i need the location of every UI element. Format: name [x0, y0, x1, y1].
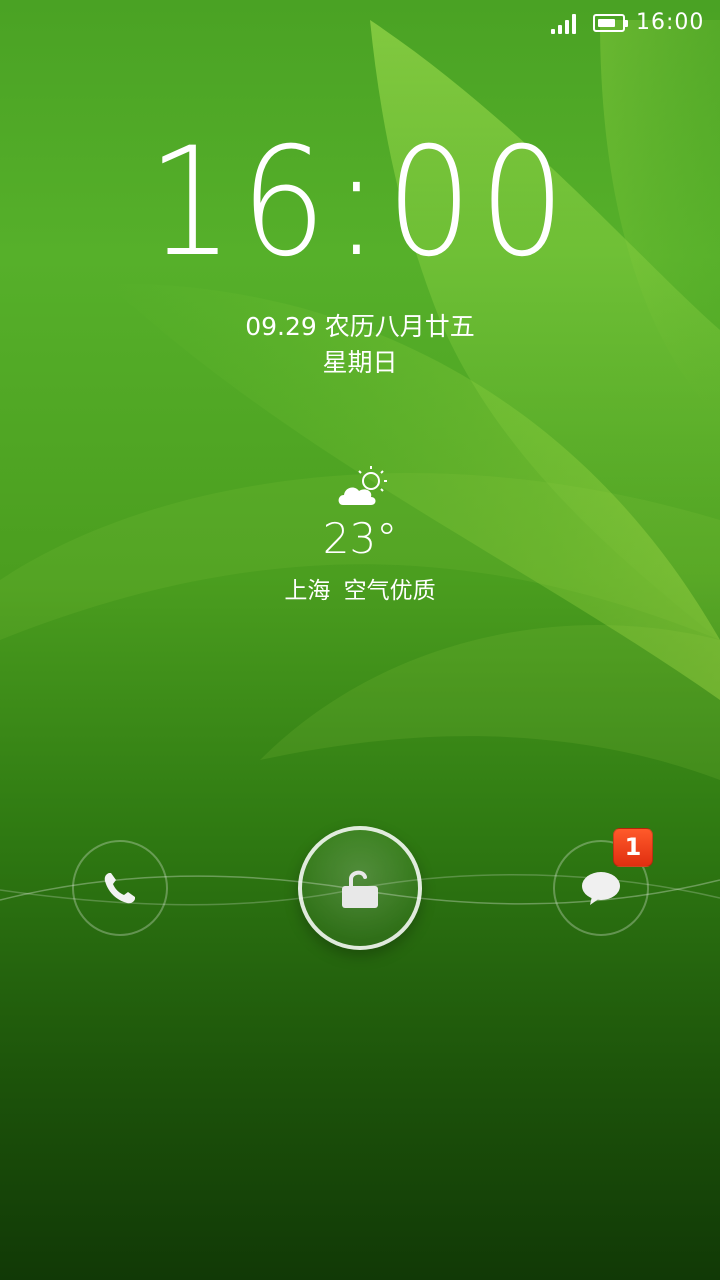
battery-level — [598, 19, 615, 27]
unlock-icon — [342, 870, 378, 908]
unread-message-badge: 1 — [613, 828, 653, 867]
weather-location: 上海 空气优质 — [284, 578, 436, 604]
temperature: 23° — [322, 514, 398, 563]
unlock-button[interactable] — [298, 826, 422, 950]
phone-icon — [104, 873, 135, 904]
message-icon — [582, 872, 620, 905]
status-time: 16:00 — [636, 10, 705, 35]
battery-icon — [593, 14, 628, 32]
lockscreen-clock: 16:00 — [147, 116, 573, 290]
weekday: 星期日 — [322, 348, 398, 377]
phone-shortcut-button[interactable] — [72, 840, 168, 936]
signal-icon — [551, 14, 579, 34]
partly-cloudy-icon — [335, 463, 391, 509]
date-line: 09.29 农历八月廿五 — [245, 312, 475, 341]
status-bar: 16:00 — [0, 0, 720, 48]
